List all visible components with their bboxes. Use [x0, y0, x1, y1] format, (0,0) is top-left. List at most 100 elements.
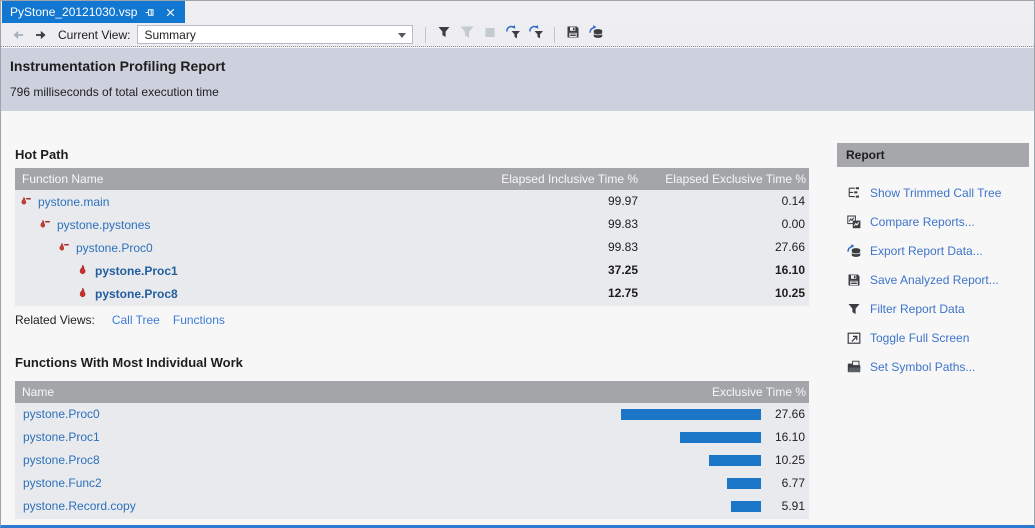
hot-path-flame-icon: [56, 241, 70, 255]
report-toolbar: Current View: Summary: [1, 23, 1034, 47]
exclusive-time-value: 16.10: [775, 426, 805, 449]
hot-path-section-title: Hot Path: [15, 147, 68, 162]
table-row: pystone.Proc0 99.83 27.66: [15, 236, 809, 259]
table-row: pystone.main99.970.14: [15, 190, 809, 213]
export-data-icon: [846, 243, 862, 259]
report-action-show-trimmed-call-tree[interactable]: Show Trimmed Call Tree: [837, 178, 1029, 207]
individual-work-table-header: Name Exclusive Time %: [15, 381, 809, 403]
stop-square-icon: [482, 24, 498, 45]
inclusive-time-value: 99.97: [608, 190, 638, 213]
toolbar-separator: [554, 27, 555, 43]
exclusive-time-value: 27.66: [775, 236, 805, 259]
exclusive-time-value: 16.10: [775, 259, 805, 282]
pin-icon[interactable]: [144, 6, 157, 19]
toolbar-separator: [425, 27, 426, 43]
forward-arrow-icon[interactable]: [33, 27, 49, 43]
exclusive-time-bar: [621, 409, 761, 420]
function-link[interactable]: pystone.Func2: [23, 472, 102, 495]
table-row: pystone.Func2 6.77: [15, 472, 809, 495]
current-view-value: Summary: [144, 28, 195, 42]
current-view-dropdown[interactable]: Summary: [137, 25, 413, 44]
reapply-filter-button[interactable]: [527, 26, 545, 44]
individual-work-table-body: pystone.Proc027.66pystone.Proc116.10pyst…: [15, 403, 809, 518]
report-panel-items: Show Trimmed Call Tree Compare Reports...…: [837, 178, 1029, 381]
flame-icon: [75, 287, 89, 301]
table-row: pystone.pystones99.830.00: [15, 213, 809, 236]
compare-reports-icon: [846, 214, 862, 230]
exclusive-time-value: 5.91: [782, 495, 805, 518]
report-action-toggle-full-screen[interactable]: Toggle Full Screen: [837, 323, 1029, 352]
filter-disabled-button: [458, 26, 476, 44]
report-action-label: Save Analyzed Report...: [870, 273, 999, 287]
individual-work-section-title: Functions With Most Individual Work: [15, 355, 243, 370]
individual-work-table: Name Exclusive Time % pystone.Proc027.66…: [15, 381, 809, 519]
function-link[interactable]: pystone.pystones: [57, 218, 150, 232]
page-subtitle: 796 milliseconds of total execution time: [10, 85, 219, 99]
related-view-link[interactable]: Functions: [173, 313, 225, 327]
report-action-compare-reports[interactable]: Compare Reports...: [837, 207, 1029, 236]
toolbar-buttons: [421, 26, 605, 44]
filter-button[interactable]: [435, 26, 453, 44]
table-row: pystone.Proc8 10.25: [15, 449, 809, 472]
exclusive-time-bar: [731, 501, 761, 512]
table-row: pystone.Proc1 16.10: [15, 426, 809, 449]
function-link[interactable]: pystone.Proc8: [23, 449, 100, 472]
related-view-link[interactable]: Call Tree: [112, 313, 160, 327]
report-header-band: Instrumentation Profiling Report 796 mil…: [1, 48, 1034, 111]
close-icon[interactable]: [164, 6, 177, 19]
full-screen-icon: [846, 330, 862, 346]
function-link[interactable]: pystone.Record.copy: [23, 495, 136, 518]
document-tab[interactable]: PyStone_20121030.vsp: [2, 1, 185, 23]
function-link[interactable]: pystone.main: [38, 195, 109, 209]
hot-path-table-body: pystone.main99.970.14pystone.pystones99.…: [15, 190, 809, 305]
chevron-down-icon: [398, 33, 406, 38]
document-tab-bar: PyStone_20121030.vsp: [1, 1, 1034, 23]
save-icon: [565, 24, 581, 45]
table-row: pystone.Proc1 37.25 16.10: [15, 259, 809, 282]
report-action-filter-report-data[interactable]: Filter Report Data: [837, 294, 1029, 323]
exclusive-time-bar: [727, 478, 761, 489]
function-link[interactable]: pystone.Proc8: [95, 287, 178, 301]
column-function-name: Function Name: [15, 172, 103, 186]
table-row: pystone.Record.copy 5.91: [15, 495, 809, 518]
back-arrow-icon[interactable]: [10, 27, 26, 43]
report-action-save-analyzed-report[interactable]: Save Analyzed Report...: [837, 265, 1029, 294]
report-action-label: Export Report Data...: [870, 244, 983, 258]
report-action-label: Show Trimmed Call Tree: [870, 186, 1001, 200]
exclusive-time-value: 6.77: [782, 472, 805, 495]
function-link[interactable]: pystone.Proc0: [76, 241, 153, 255]
export-report-button[interactable]: [587, 26, 605, 44]
exclusive-time-value: 10.25: [775, 282, 805, 305]
exclusive-time-bar: [680, 432, 761, 443]
flame-icon: [75, 264, 89, 278]
column-name: Name: [15, 385, 54, 399]
report-action-label: Set Symbol Paths...: [870, 360, 975, 374]
inclusive-time-value: 12.75: [608, 282, 638, 305]
function-link[interactable]: pystone.Proc0: [23, 403, 100, 426]
hot-path-flame-icon: [18, 195, 32, 209]
filter-funnel-icon: [459, 24, 475, 45]
symbol-paths-icon: [846, 359, 862, 375]
related-views-label: Related Views:: [15, 313, 95, 327]
apply-filter-button[interactable]: [504, 26, 522, 44]
export-data-icon: [588, 24, 604, 45]
report-action-label: Filter Report Data: [870, 302, 965, 316]
report-action-label: Toggle Full Screen: [870, 331, 969, 345]
save-report-button[interactable]: [564, 26, 582, 44]
column-inclusive-time: Elapsed Inclusive Time %: [501, 168, 638, 190]
report-panel-title: Report: [837, 143, 1029, 167]
inclusive-time-value: 37.25: [608, 259, 638, 282]
filter-funnel-icon: [846, 301, 862, 317]
function-link[interactable]: pystone.Proc1: [23, 426, 100, 449]
related-views-links: Call Tree Functions: [112, 313, 238, 327]
table-row: pystone.Proc8 12.75 10.25: [15, 282, 809, 305]
function-link[interactable]: pystone.Proc1: [95, 264, 178, 278]
filter-funnel-icon: [436, 24, 452, 45]
exclusive-time-value: 10.25: [775, 449, 805, 472]
trimmed-call-tree-icon: [846, 185, 862, 201]
profiler-window: PyStone_20121030.vsp Current View: Summa…: [0, 0, 1035, 528]
report-action-export-report-data[interactable]: Export Report Data...: [837, 236, 1029, 265]
table-row: pystone.Proc027.66: [15, 403, 809, 426]
report-action-set-symbol-paths[interactable]: Set Symbol Paths...: [837, 352, 1029, 381]
inclusive-time-value: 99.83: [608, 236, 638, 259]
